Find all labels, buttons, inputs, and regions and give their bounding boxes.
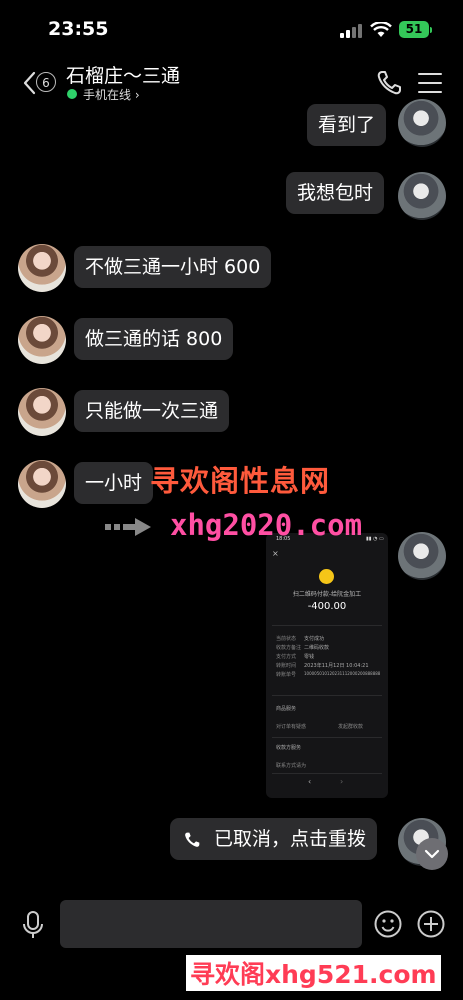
status-time: 23:55	[48, 18, 109, 40]
online-status[interactable]: 手机在线 ›	[83, 86, 140, 103]
watermark-text: 寻欢阁性息网	[150, 464, 331, 498]
receipt-link: 对订单有疑惑	[276, 724, 307, 730]
receipt-merchant: 扫二维码付款-给阮金加工	[292, 591, 362, 598]
receipt-row-value: 二维码收款	[304, 645, 330, 651]
receipt-merchant-service: 收款方服务	[276, 745, 302, 751]
phone-icon	[185, 832, 200, 847]
chevron-down-icon	[424, 849, 440, 859]
contact-avatar[interactable]	[18, 388, 66, 436]
receipt-service-title: 商品服务	[276, 706, 297, 712]
chat-title[interactable]: 石榴庄～三通	[66, 61, 180, 88]
unread-count-badge[interactable]: 6	[36, 72, 56, 92]
online-status-icon	[67, 89, 77, 99]
message-bubble[interactable]: 我想包时	[286, 172, 385, 214]
receipt-status-icons: ▮▮ ◔ ▭	[366, 536, 384, 542]
my-avatar[interactable]	[398, 532, 446, 580]
call-cancelled-bubble[interactable]: 已取消，点击重拨	[170, 818, 378, 860]
receipt-row-value: 100005010120231112000200888888	[304, 671, 381, 676]
message-bubble[interactable]: 不做三通一小时 600	[74, 246, 272, 288]
receipt-row-label: 当前状态	[276, 636, 297, 642]
scroll-to-bottom-button[interactable]	[416, 838, 448, 870]
message-bubble[interactable]: 做三通的话 800	[74, 318, 234, 360]
message-bubble[interactable]: 看到了	[307, 104, 387, 146]
receipt-prev-icon: ‹	[308, 777, 312, 786]
close-icon: ×	[272, 549, 279, 558]
cellular-signal-icon	[340, 24, 364, 38]
contact-avatar[interactable]	[18, 316, 66, 364]
receipt-next-icon: ›	[340, 777, 344, 786]
payment-coin-icon	[319, 569, 334, 584]
receipt-row-label: 转账时间	[276, 663, 297, 669]
receipt-row-label: 收款方备注	[276, 645, 302, 651]
receipt-link: 发起群收款	[338, 724, 364, 730]
receipt-contact: 联系方式请为	[276, 763, 307, 769]
receipt-row-value: 2023年11月12日 10:04:21	[304, 663, 369, 669]
receipt-row-value: 零钱	[304, 654, 315, 660]
voice-input-icon[interactable]	[20, 910, 46, 940]
contact-avatar[interactable]	[18, 460, 66, 508]
emoji-icon[interactable]	[373, 909, 403, 939]
battery-icon: 51	[399, 21, 429, 38]
payment-receipt-image[interactable]: 18:05 ▮▮ ◔ ▭ × 扫二维码付款-给阮金加工 -400.00 当前状态…	[266, 533, 388, 798]
my-avatar[interactable]	[398, 172, 446, 220]
battery-tip	[430, 27, 432, 33]
watermark-url: xhg2020.com	[170, 508, 363, 542]
message-bubble[interactable]: 一小时	[74, 462, 154, 504]
my-avatar[interactable]	[398, 99, 446, 147]
receipt-row-value: 支付成功	[304, 636, 325, 642]
watermark-banner: 寻欢阁xhg521.com	[186, 955, 441, 991]
call-cancelled-text: 已取消，点击重拨	[214, 828, 367, 850]
receipt-amount: -400.00	[307, 601, 347, 612]
chevron-right-icon: ›	[134, 88, 140, 102]
more-menu-icon[interactable]	[418, 73, 442, 93]
contact-avatar[interactable]	[18, 244, 66, 292]
receipt-row-label: 转账单号	[276, 672, 297, 678]
watermark-arrow-icon	[105, 518, 151, 536]
wifi-icon	[370, 22, 392, 37]
add-attachment-icon[interactable]	[416, 909, 446, 939]
message-bubble[interactable]: 只能做一次三通	[74, 390, 230, 432]
phone-call-icon[interactable]	[374, 68, 404, 98]
online-status-text: 手机在线	[83, 88, 132, 102]
message-input[interactable]	[60, 900, 362, 948]
receipt-row-label: 支付方式	[276, 654, 297, 660]
